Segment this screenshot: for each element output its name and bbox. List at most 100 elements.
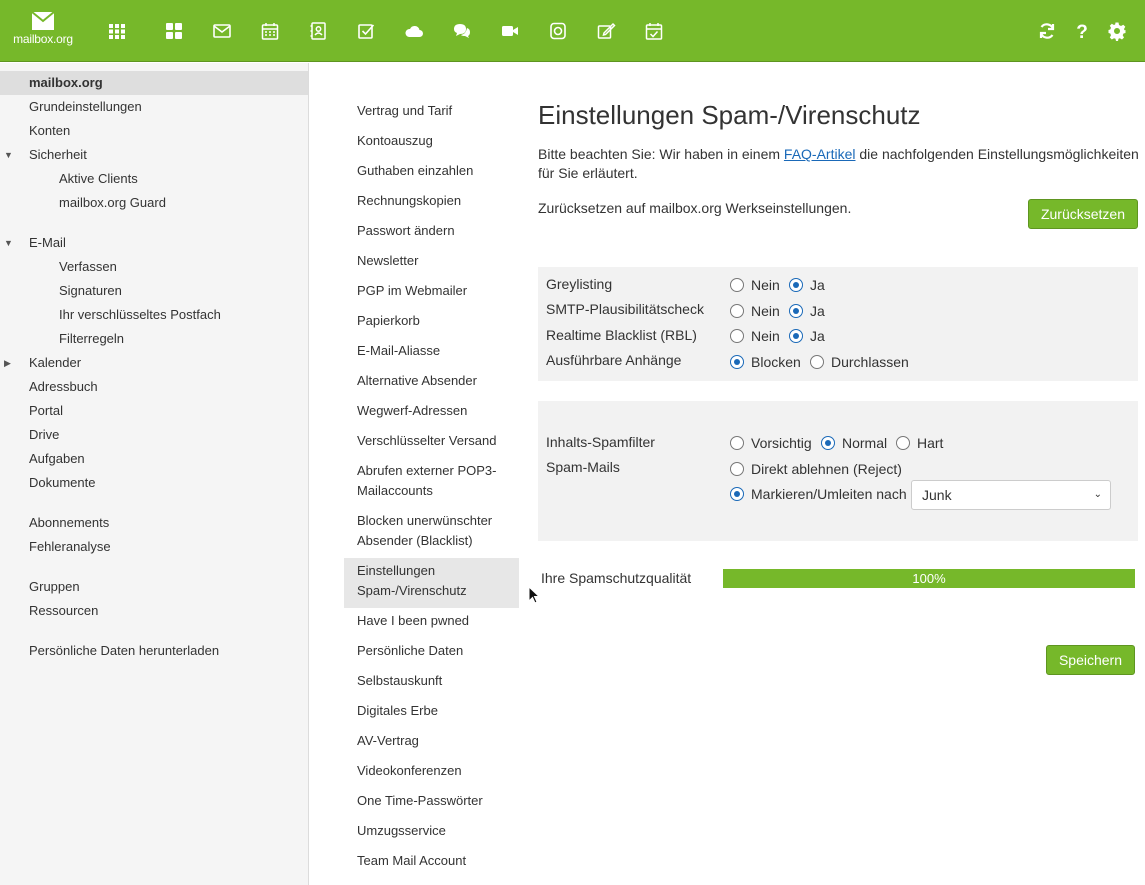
- calendar-check-icon[interactable]: [642, 19, 666, 43]
- subnav-item-blacklist[interactable]: Blocken unerwünschter Absender (Blacklis…: [344, 511, 509, 551]
- option-label: Direkt ablehnen (Reject): [751, 461, 902, 477]
- reset-button[interactable]: Zurücksetzen: [1028, 199, 1138, 229]
- edit-icon[interactable]: [594, 19, 618, 43]
- filter-vorsichtig-radio[interactable]: [730, 436, 744, 450]
- sidebar-item-mailbox-org[interactable]: mailbox.org: [0, 71, 308, 95]
- sidebar-item-label: Konten: [29, 123, 71, 138]
- caret-down-icon[interactable]: ▼: [4, 231, 14, 255]
- rbl-label: Realtime Blacklist (RBL): [546, 327, 697, 343]
- sidebar-item-filterregeln[interactable]: Filterregeln: [0, 327, 308, 351]
- sidebar-item-gruppen[interactable]: Gruppen: [0, 575, 308, 599]
- sidebar-item-verfassen[interactable]: Verfassen: [0, 255, 308, 279]
- logo[interactable]: mailbox.org: [12, 12, 74, 50]
- spam-redirect-radio[interactable]: [730, 487, 744, 501]
- content-filter-label: Inhalts-Spamfilter: [546, 434, 655, 450]
- settings-sidebar: mailbox.org Grundeinstellungen Konten ▼ S…: [0, 63, 309, 885]
- caret-down-icon[interactable]: ▼: [4, 143, 14, 167]
- dashboard-icon[interactable]: [162, 19, 186, 43]
- filter-normal-radio[interactable]: [821, 436, 835, 450]
- option-label: Normal: [842, 435, 888, 451]
- attachments-blocken-radio[interactable]: [730, 355, 744, 369]
- sidebar-item-label: Ihr verschlüsseltes Postfach: [59, 307, 221, 322]
- subnav-item-papierkorb[interactable]: Papierkorb: [344, 311, 519, 331]
- quality-progress-bar: 100%: [723, 569, 1135, 588]
- settings-icon[interactable]: [1106, 20, 1128, 42]
- sidebar-item-sicherheit[interactable]: ▼ Sicherheit: [0, 143, 308, 167]
- subnav-item-pop3[interactable]: Abrufen externer POP3-Mailaccounts: [344, 461, 504, 501]
- grid-icon[interactable]: [105, 19, 129, 43]
- attachments-durchlassen-radio[interactable]: [810, 355, 824, 369]
- rbl-ja-radio[interactable]: [789, 329, 803, 343]
- sidebar-item-aktive-clients[interactable]: Aktive Clients: [0, 167, 308, 191]
- smtp-nein-radio[interactable]: [730, 304, 744, 318]
- subnav-item-newsletter[interactable]: Newsletter: [344, 251, 519, 271]
- sidebar-item-grundeinstellungen[interactable]: Grundeinstellungen: [0, 95, 308, 119]
- office-icon[interactable]: [546, 19, 570, 43]
- help-icon[interactable]: ?: [1071, 20, 1093, 42]
- subnav-item-aliasse[interactable]: E-Mail-Aliasse: [344, 341, 519, 361]
- smtp-check-label: SMTP-Plausibilitätscheck: [546, 301, 704, 317]
- caret-right-icon[interactable]: ▶: [4, 351, 14, 375]
- refresh-icon[interactable]: [1036, 20, 1058, 42]
- mail-icon[interactable]: [210, 19, 234, 43]
- subnav-item-selbstauskunft[interactable]: Selbstauskunft: [344, 671, 519, 691]
- mouse-cursor-icon: [528, 586, 540, 604]
- save-button[interactable]: Speichern: [1046, 645, 1135, 675]
- sidebar-item-aufgaben[interactable]: Aufgaben: [0, 447, 308, 471]
- sidebar-item-abonnements[interactable]: Abonnements: [0, 511, 308, 535]
- subnav-item-pwned[interactable]: Have I been pwned: [344, 611, 519, 631]
- subnav-item-umzugsservice[interactable]: Umzugsservice: [344, 821, 519, 841]
- sidebar-item-label: Abonnements: [29, 515, 110, 530]
- sidebar-item-kalender[interactable]: ▶ Kalender: [0, 351, 308, 375]
- option-label: Ja: [810, 303, 825, 319]
- subnav-item-persoenliche-daten[interactable]: Persönliche Daten: [344, 641, 519, 661]
- sidebar-item-ressourcen[interactable]: Ressourcen: [0, 599, 308, 623]
- greylisting-nein-radio[interactable]: [730, 278, 744, 292]
- subnav-item-vertrag[interactable]: Vertrag und Tarif: [344, 101, 519, 121]
- subnav-item-verschluesselter-versand[interactable]: Verschlüsselter Versand: [344, 431, 519, 451]
- subnav-item-team-mail[interactable]: Team Mail Account: [344, 851, 519, 871]
- sidebar-item-label: Gruppen: [29, 579, 80, 594]
- option-label: Blocken: [751, 354, 801, 370]
- subnav-item-otp[interactable]: One Time-Passwörter: [344, 791, 519, 811]
- rbl-nein-radio[interactable]: [730, 329, 744, 343]
- subnav-item-av-vertrag[interactable]: AV-Vertrag: [344, 731, 519, 751]
- subnav-item-wegwerf[interactable]: Wegwerf-Adressen: [344, 401, 519, 421]
- filter-hart-radio[interactable]: [896, 436, 910, 450]
- subnav-item-passwort[interactable]: Passwort ändern: [344, 221, 519, 241]
- sidebar-item-label: Adressbuch: [29, 379, 98, 394]
- sidebar-item-signaturen[interactable]: Signaturen: [0, 279, 308, 303]
- sidebar-item-dokumente[interactable]: Dokumente: [0, 471, 308, 495]
- sidebar-item-label: Signaturen: [59, 283, 122, 298]
- chat-icon[interactable]: [450, 19, 474, 43]
- sidebar-item-email[interactable]: ▼ E-Mail: [0, 231, 308, 255]
- sidebar-item-adressbuch[interactable]: Adressbuch: [0, 375, 308, 399]
- calendar-icon[interactable]: [258, 19, 282, 43]
- sidebar-item-label: Verfassen: [59, 259, 117, 274]
- smtp-ja-radio[interactable]: [789, 304, 803, 318]
- subnav-item-pgp[interactable]: PGP im Webmailer: [344, 281, 519, 301]
- folder-select[interactable]: Junk ⌄: [911, 480, 1111, 510]
- sidebar-item-fehleranalyse[interactable]: Fehleranalyse: [0, 535, 308, 559]
- sidebar-item-guard[interactable]: mailbox.org Guard: [0, 191, 308, 215]
- greylisting-ja-radio[interactable]: [789, 278, 803, 292]
- sidebar-item-label: Persönliche Daten herunterladen: [29, 643, 220, 658]
- faq-link[interactable]: FAQ-Artikel: [784, 146, 856, 162]
- sidebar-item-portal[interactable]: Portal: [0, 399, 308, 423]
- subnav-item-guthaben[interactable]: Guthaben einzahlen: [344, 161, 519, 181]
- sidebar-item-konten[interactable]: Konten: [0, 119, 308, 143]
- sidebar-item-verschluesseltes-postfach[interactable]: Ihr verschlüsseltes Postfach: [0, 303, 308, 327]
- cloud-icon[interactable]: [402, 19, 426, 43]
- spam-reject-radio[interactable]: [730, 462, 744, 476]
- video-icon[interactable]: [498, 19, 522, 43]
- subnav-item-rechnungskopien[interactable]: Rechnungskopien: [344, 191, 519, 211]
- subnav-item-spamschutz[interactable]: Einstellungen Spam-/Virenschutz: [344, 558, 519, 608]
- subnav-item-videokonferenzen[interactable]: Videokonferenzen: [344, 761, 519, 781]
- subnav-item-alternative-absender[interactable]: Alternative Absender: [344, 371, 519, 391]
- subnav-item-kontoauszug[interactable]: Kontoauszug: [344, 131, 519, 151]
- tasks-icon[interactable]: [354, 19, 378, 43]
- subnav-item-digitales-erbe[interactable]: Digitales Erbe: [344, 701, 519, 721]
- sidebar-item-drive[interactable]: Drive: [0, 423, 308, 447]
- sidebar-item-persoenliche-daten-herunterladen[interactable]: Persönliche Daten herunterladen: [0, 639, 308, 663]
- contacts-icon[interactable]: [306, 19, 330, 43]
